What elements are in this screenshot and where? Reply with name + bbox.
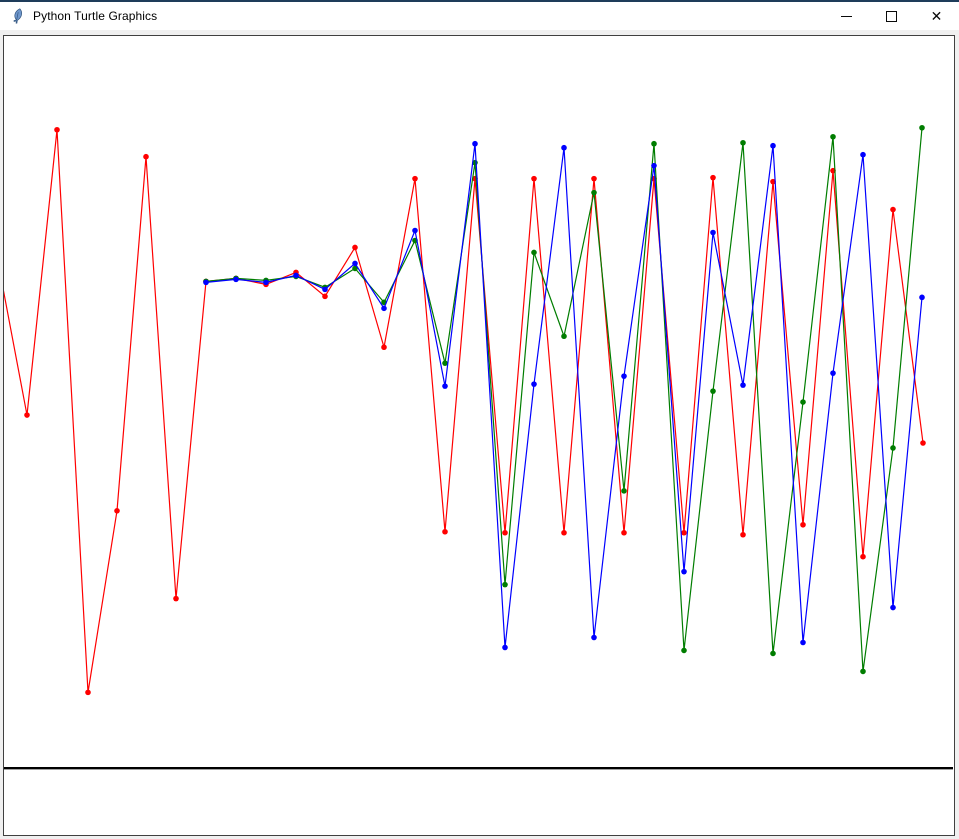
green-series-marker bbox=[830, 134, 836, 140]
close-button[interactable]: ✕ bbox=[914, 2, 959, 30]
green-series-marker bbox=[442, 360, 448, 366]
blue-series-marker bbox=[800, 640, 806, 646]
red-series-marker bbox=[143, 154, 149, 160]
green-series-marker bbox=[591, 190, 597, 196]
blue-series-marker bbox=[293, 273, 299, 279]
blue-series-marker bbox=[322, 287, 328, 293]
red-series-marker bbox=[381, 344, 387, 350]
maximize-button[interactable] bbox=[869, 2, 914, 30]
red-series bbox=[4, 127, 926, 695]
line-chart bbox=[4, 36, 954, 835]
red-series-marker bbox=[322, 294, 328, 300]
canvas-frame bbox=[0, 32, 959, 839]
blue-series-marker bbox=[472, 141, 478, 147]
blue-series-marker bbox=[770, 143, 776, 149]
blue-series-marker bbox=[919, 295, 925, 301]
maximize-icon bbox=[886, 11, 897, 22]
red-series-line bbox=[4, 130, 923, 693]
minimize-button[interactable] bbox=[824, 2, 869, 30]
green-series-marker bbox=[502, 582, 508, 588]
red-series-marker bbox=[85, 690, 91, 696]
minimize-icon bbox=[841, 16, 852, 17]
red-series-marker bbox=[621, 530, 627, 536]
blue-series-marker bbox=[381, 306, 387, 312]
blue-series-marker bbox=[561, 145, 567, 151]
green-series-marker bbox=[710, 388, 716, 394]
window-title: Python Turtle Graphics bbox=[33, 9, 157, 23]
blue-series-marker bbox=[502, 645, 508, 651]
red-series-marker bbox=[681, 530, 687, 536]
blue-series bbox=[203, 141, 925, 650]
green-series-marker bbox=[860, 669, 866, 675]
red-series-marker bbox=[531, 176, 537, 182]
blue-series-marker bbox=[531, 381, 537, 387]
blue-series-line bbox=[206, 144, 922, 648]
red-series-marker bbox=[591, 176, 597, 182]
red-series-marker bbox=[740, 532, 746, 538]
blue-series-marker bbox=[233, 277, 239, 283]
python-feather-icon bbox=[9, 8, 25, 25]
red-series-marker bbox=[173, 596, 179, 602]
blue-series-marker bbox=[203, 280, 209, 286]
green-series-marker bbox=[621, 488, 627, 494]
blue-series-marker bbox=[830, 370, 836, 376]
blue-series-marker bbox=[442, 383, 448, 389]
blue-series-marker bbox=[651, 163, 657, 169]
red-series-marker bbox=[710, 175, 716, 181]
red-series-marker bbox=[920, 440, 926, 446]
blue-series-marker bbox=[860, 152, 866, 158]
green-series bbox=[203, 125, 925, 674]
turtle-graphics-window: Python Turtle Graphics ✕ bbox=[0, 0, 959, 839]
red-series-marker bbox=[54, 127, 60, 133]
red-series-marker bbox=[800, 522, 806, 528]
green-series-marker bbox=[531, 250, 537, 256]
green-series-marker bbox=[800, 399, 806, 405]
close-icon: ✕ bbox=[931, 9, 943, 23]
green-series-marker bbox=[651, 141, 657, 147]
green-series-marker bbox=[740, 140, 746, 146]
blue-series-marker bbox=[621, 373, 627, 379]
green-series-marker bbox=[770, 651, 776, 657]
red-series-marker bbox=[412, 176, 418, 182]
green-series-line bbox=[206, 128, 922, 672]
blue-series-marker bbox=[740, 382, 746, 388]
red-series-marker bbox=[114, 508, 120, 514]
turtle-canvas bbox=[3, 35, 955, 836]
blue-series-marker bbox=[681, 569, 687, 575]
green-series-marker bbox=[681, 648, 687, 654]
green-series-marker bbox=[561, 333, 567, 339]
red-series-marker bbox=[561, 530, 567, 536]
blue-series-marker bbox=[890, 605, 896, 611]
blue-series-marker bbox=[352, 261, 358, 267]
red-series-marker bbox=[860, 554, 866, 560]
blue-series-marker bbox=[412, 228, 418, 234]
green-series-marker bbox=[919, 125, 925, 131]
blue-series-marker bbox=[710, 230, 716, 236]
green-series-marker bbox=[890, 445, 896, 451]
title-bar: Python Turtle Graphics ✕ bbox=[0, 2, 959, 30]
red-series-marker bbox=[24, 412, 30, 418]
red-series-marker bbox=[890, 207, 896, 213]
red-series-marker bbox=[442, 529, 448, 535]
blue-series-marker bbox=[263, 280, 269, 286]
red-series-marker bbox=[502, 530, 508, 536]
blue-series-marker bbox=[591, 635, 597, 641]
red-series-marker bbox=[352, 245, 358, 251]
